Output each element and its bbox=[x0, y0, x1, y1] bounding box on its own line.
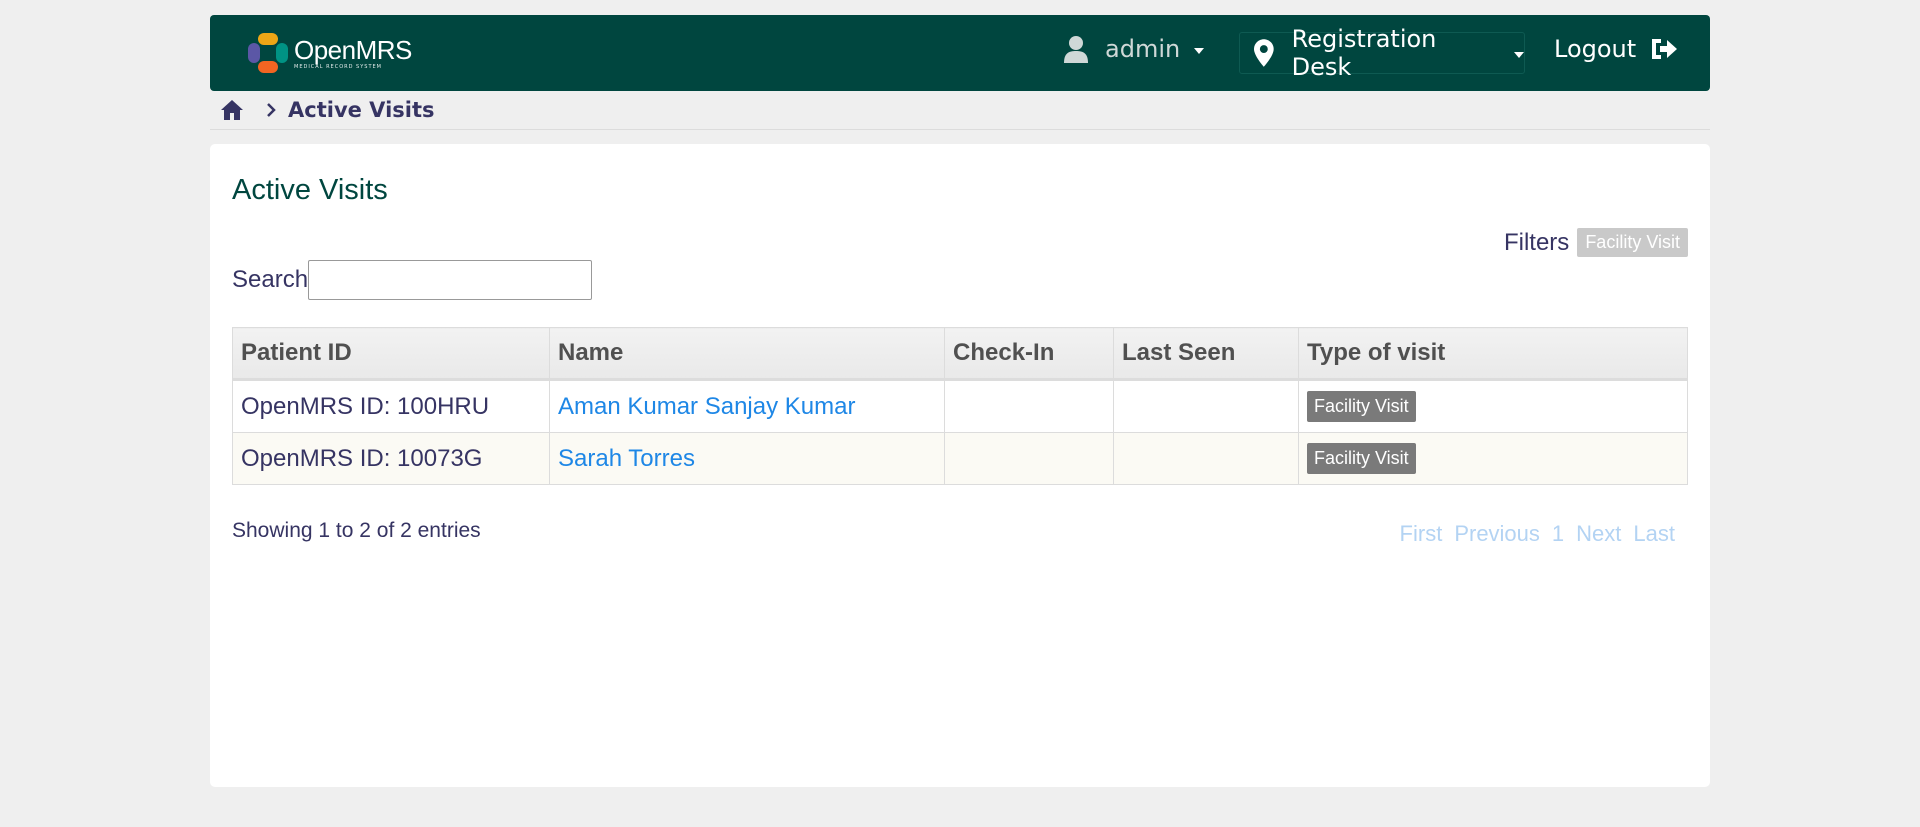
pager-last[interactable]: Last bbox=[1633, 521, 1675, 547]
last-seen-cell bbox=[1113, 379, 1299, 433]
visit-type-badge: Facility Visit bbox=[1307, 443, 1416, 474]
visit-type-cell: Facility Visit bbox=[1298, 379, 1688, 433]
table-header-row: Patient ID Name Check-In Last Seen Type … bbox=[232, 327, 1688, 381]
visit-type-cell: Facility Visit bbox=[1298, 432, 1688, 485]
patient-name-link[interactable]: Sarah Torres bbox=[558, 445, 695, 472]
name-cell: Sarah Torres bbox=[549, 432, 945, 485]
last-seen-cell bbox=[1113, 432, 1299, 485]
search-input[interactable] bbox=[308, 260, 593, 300]
content-panel: Active Visits Filters Facility Visit Sea… bbox=[210, 144, 1710, 787]
patient-id-cell: OpenMRS ID: 100HRU bbox=[232, 379, 550, 433]
pager-next[interactable]: Next bbox=[1576, 521, 1621, 547]
page-title: Active Visits bbox=[232, 174, 388, 206]
logo-mark-icon bbox=[248, 33, 288, 73]
column-type-of-visit[interactable]: Type of visit bbox=[1298, 327, 1688, 381]
column-last-seen[interactable]: Last Seen bbox=[1113, 327, 1299, 381]
pager-first[interactable]: First bbox=[1400, 521, 1443, 547]
user-name: admin bbox=[1105, 35, 1181, 63]
breadcrumb: Active Visits bbox=[210, 91, 1710, 130]
location-name: Registration Desk bbox=[1291, 25, 1437, 81]
app-header: OpenMRS MEDICAL RECORD SYSTEM admin Regi… bbox=[210, 15, 1710, 91]
chevron-right-icon bbox=[267, 103, 276, 117]
name-cell: Aman Kumar Sanjay Kumar bbox=[549, 379, 945, 433]
patient-id-cell: OpenMRS ID: 10073G bbox=[232, 432, 550, 485]
openmrs-logo[interactable]: OpenMRS MEDICAL RECORD SYSTEM bbox=[248, 33, 412, 73]
filters: Filters Facility Visit bbox=[1504, 228, 1688, 257]
location-selector[interactable]: Registration Desk bbox=[1239, 25, 1525, 81]
breadcrumb-current: Active Visits bbox=[288, 98, 435, 122]
table-info: Showing 1 to 2 of 2 entries bbox=[232, 519, 481, 542]
filter-facility-visit[interactable]: Facility Visit bbox=[1577, 228, 1688, 257]
logout-icon bbox=[1652, 39, 1678, 59]
logout-label: Logout bbox=[1554, 35, 1637, 63]
pager-previous[interactable]: Previous bbox=[1454, 521, 1540, 547]
logo-subtitle: MEDICAL RECORD SYSTEM bbox=[294, 63, 382, 70]
active-visits-table: Patient ID Name Check-In Last Seen Type … bbox=[232, 327, 1688, 485]
table-row: OpenMRS ID: 100HRU Aman Kumar Sanjay Kum… bbox=[232, 379, 1688, 433]
logo-title: OpenMRS bbox=[294, 34, 412, 65]
column-name[interactable]: Name bbox=[549, 327, 945, 381]
table-row: OpenMRS ID: 10073G Sarah Torres Facility… bbox=[232, 432, 1688, 485]
chevron-down-icon bbox=[1194, 48, 1205, 54]
page-wrapper: OpenMRS MEDICAL RECORD SYSTEM admin Regi… bbox=[210, 15, 1710, 787]
check-in-cell bbox=[944, 432, 1114, 485]
pagination: First Previous 1 Next Last bbox=[1388, 521, 1675, 547]
search-label: Search bbox=[232, 266, 309, 293]
map-pin-icon bbox=[1254, 39, 1274, 67]
user-menu[interactable]: admin bbox=[1063, 35, 1205, 63]
home-icon[interactable] bbox=[220, 99, 244, 121]
patient-name-link[interactable]: Aman Kumar Sanjay Kumar bbox=[558, 393, 855, 420]
pager-page-1[interactable]: 1 bbox=[1552, 521, 1564, 547]
chevron-down-icon bbox=[1514, 52, 1524, 58]
logout-link[interactable]: Logout bbox=[1554, 35, 1678, 63]
search: Search bbox=[232, 260, 593, 300]
column-patient-id[interactable]: Patient ID bbox=[232, 327, 550, 381]
visit-type-badge: Facility Visit bbox=[1307, 391, 1416, 422]
filters-label: Filters bbox=[1503, 228, 1570, 256]
user-icon bbox=[1064, 36, 1088, 63]
check-in-cell bbox=[944, 379, 1114, 433]
column-check-in[interactable]: Check-In bbox=[944, 327, 1114, 381]
